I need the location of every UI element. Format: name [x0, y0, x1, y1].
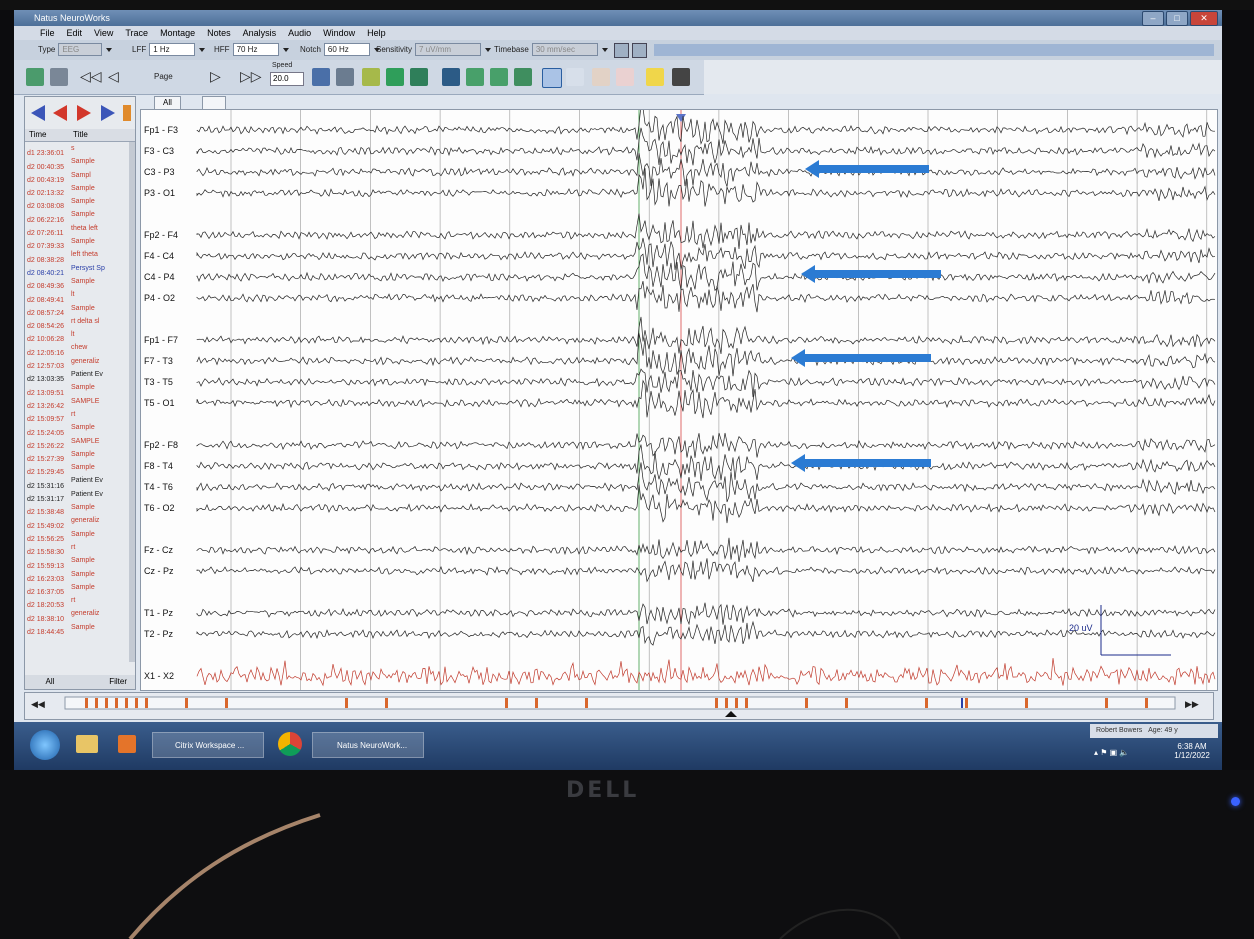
cables	[128, 813, 901, 939]
